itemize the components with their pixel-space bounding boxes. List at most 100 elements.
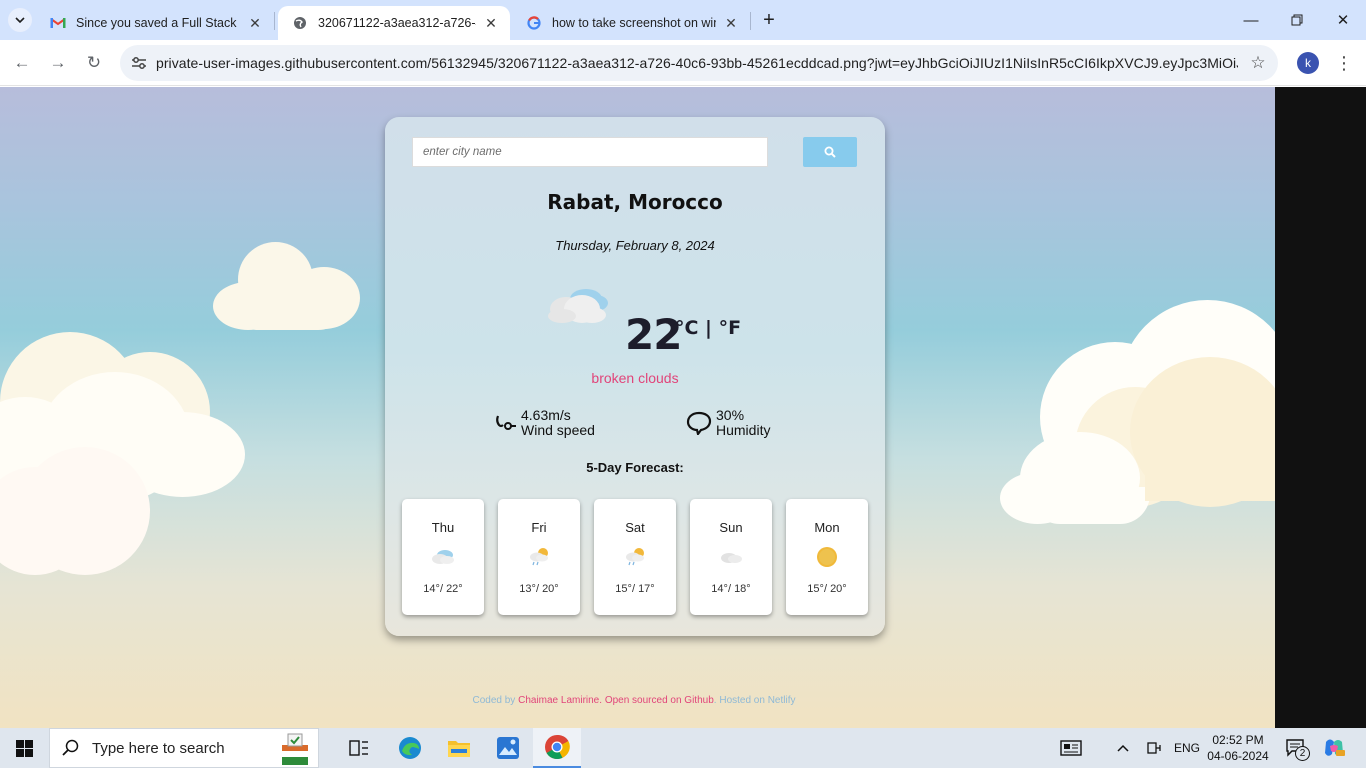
site-info-icon[interactable] — [122, 56, 156, 70]
copilot-button[interactable] — [1320, 728, 1348, 768]
background-cloud — [0, 327, 250, 577]
background-cloud — [1000, 297, 1295, 527]
tab-title: Since you saved a Full Stack Eng — [76, 16, 240, 30]
search-icon — [62, 739, 79, 756]
chrome-app-active[interactable] — [533, 728, 581, 768]
tab-divider — [750, 12, 751, 30]
minimize-button[interactable]: — — [1228, 0, 1274, 40]
task-view-button[interactable] — [335, 728, 383, 768]
forecast-day-name: Sat — [625, 520, 645, 535]
edge-app[interactable] — [386, 728, 434, 768]
forecast-min: 15° — [615, 583, 632, 595]
new-tab-button[interactable]: + — [757, 8, 781, 32]
google-icon — [526, 15, 542, 31]
forecast-max: 17° — [638, 583, 655, 595]
weather-card: Rabat, Morocco Thursday, February 8, 202… — [385, 117, 885, 636]
temperature-value: 22 — [625, 310, 682, 359]
tab-image-active[interactable]: 320671122-a3aea312-a726-40c ✕ — [278, 6, 510, 40]
netlify-link[interactable]: Hosted on Netlify — [719, 695, 795, 706]
bookmark-star-icon[interactable]: ☆ — [1238, 53, 1278, 73]
forecast-day-card: Thu 14°/ 22° — [402, 499, 484, 615]
author-link[interactable]: Chaimae Lamirine — [518, 695, 599, 706]
search-button[interactable] — [803, 137, 857, 167]
address-bar[interactable]: private-user-images.githubusercontent.co… — [120, 45, 1278, 81]
page-viewport: Rabat, Morocco Thursday, February 8, 202… — [0, 87, 1366, 728]
notifications-button[interactable]: 2 — [1282, 728, 1310, 768]
notification-count: 2 — [1295, 746, 1310, 761]
profile-avatar[interactable]: k — [1297, 52, 1319, 74]
tab-gmail[interactable]: Since you saved a Full Stack Eng ✕ — [36, 6, 274, 40]
forecast-day-name: Sun — [719, 520, 743, 535]
restore-button[interactable] — [1274, 0, 1320, 40]
tab-divider — [274, 12, 275, 30]
clock-time: 02:52 PM — [1212, 733, 1264, 747]
forecast-range: 14°/ 18° — [711, 583, 751, 595]
wind-speed-label: Wind speed — [521, 422, 595, 438]
forecast-day-card: Fri 13°/ 20° — [498, 499, 580, 615]
wind-speed-value: 4.63m/s — [521, 407, 571, 423]
forecast-min: 13° — [519, 583, 536, 595]
close-tab-icon[interactable]: ✕ — [246, 14, 264, 32]
start-button[interactable] — [0, 728, 49, 768]
folder-icon — [448, 741, 470, 757]
humidity-icon — [686, 411, 712, 440]
taskbar-search-box[interactable]: Type here to search — [49, 728, 319, 768]
forecast-range: 15°/ 17° — [615, 583, 655, 595]
wind-icon — [495, 413, 517, 438]
plus-icon: + — [763, 8, 775, 31]
photos-icon — [497, 737, 519, 759]
close-icon: ✕ — [1336, 12, 1350, 29]
tab-title: 320671122-a3aea312-a726-40c — [318, 16, 476, 30]
windows-logo-icon — [16, 739, 33, 757]
url-text[interactable]: private-user-images.githubusercontent.co… — [156, 55, 1238, 71]
page-dark-margin — [1275, 87, 1366, 728]
cloud-icon — [428, 545, 458, 569]
forward-button[interactable]: → — [45, 50, 71, 76]
more-menu-icon[interactable]: ⋮ — [1334, 52, 1354, 74]
forecast-day-card: Sat 15°/ 17° — [594, 499, 676, 615]
forecast-max: 20° — [542, 583, 559, 595]
forecast-max: 20° — [830, 583, 847, 595]
file-explorer-app[interactable] — [435, 728, 483, 768]
sun-cloud-rain-icon — [524, 545, 554, 569]
tab-title: how to take screenshot on wind — [552, 16, 716, 30]
browser-toolbar: ← → ↻ private-user-images.githubusercont… — [0, 40, 1366, 86]
humidity-value: 30% — [716, 407, 745, 423]
cloud-icon — [716, 545, 746, 569]
network-icon[interactable] — [1140, 740, 1168, 756]
photos-app[interactable] — [484, 728, 532, 768]
clock[interactable]: 02:52 PM 04-06-2024 — [1206, 728, 1270, 768]
close-tab-icon[interactable]: ✕ — [482, 14, 500, 32]
humidity-stat: 30% Humidity — [716, 408, 770, 438]
forecast-day-name: Fri — [531, 520, 547, 535]
back-button[interactable]: ← — [9, 50, 35, 76]
tab-search-button[interactable] — [8, 8, 32, 32]
tab-google-search[interactable]: how to take screenshot on wind ✕ — [512, 6, 750, 40]
chevron-up-icon[interactable] — [1106, 744, 1140, 752]
chrome-icon — [545, 734, 570, 760]
forecast-range: 15°/ 20° — [807, 583, 847, 595]
unit-toggle[interactable]: °C | °F — [675, 317, 741, 339]
broken-clouds-icon — [546, 285, 610, 325]
footer-coded-by: Coded by — [472, 695, 519, 706]
edge-icon — [399, 737, 421, 759]
news-widget-icon[interactable] — [1058, 740, 1084, 756]
gmail-icon — [50, 15, 66, 31]
copilot-icon — [1325, 739, 1345, 756]
humidity-label: Humidity — [716, 422, 771, 438]
arrow-left-icon: ← — [13, 53, 31, 72]
system-tray: ENG — [1058, 728, 1200, 768]
github-link[interactable]: Open sourced on Github — [605, 695, 714, 706]
close-window-button[interactable]: ✕ — [1320, 0, 1366, 40]
background-cloud — [213, 237, 363, 332]
close-tab-icon[interactable]: ✕ — [722, 14, 740, 32]
reload-icon: ↻ — [86, 53, 102, 72]
search-icon — [824, 146, 836, 158]
city-search-input[interactable] — [412, 137, 768, 167]
forecast-min: 14° — [711, 583, 728, 595]
forecast-day-card: Mon 15°/ 20° — [786, 499, 868, 615]
language-indicator[interactable]: ENG — [1174, 741, 1200, 755]
forecast-day-card: Sun 14°/ 18° — [690, 499, 772, 615]
globe-icon — [292, 15, 308, 31]
reload-button[interactable]: ↻ — [81, 50, 107, 76]
